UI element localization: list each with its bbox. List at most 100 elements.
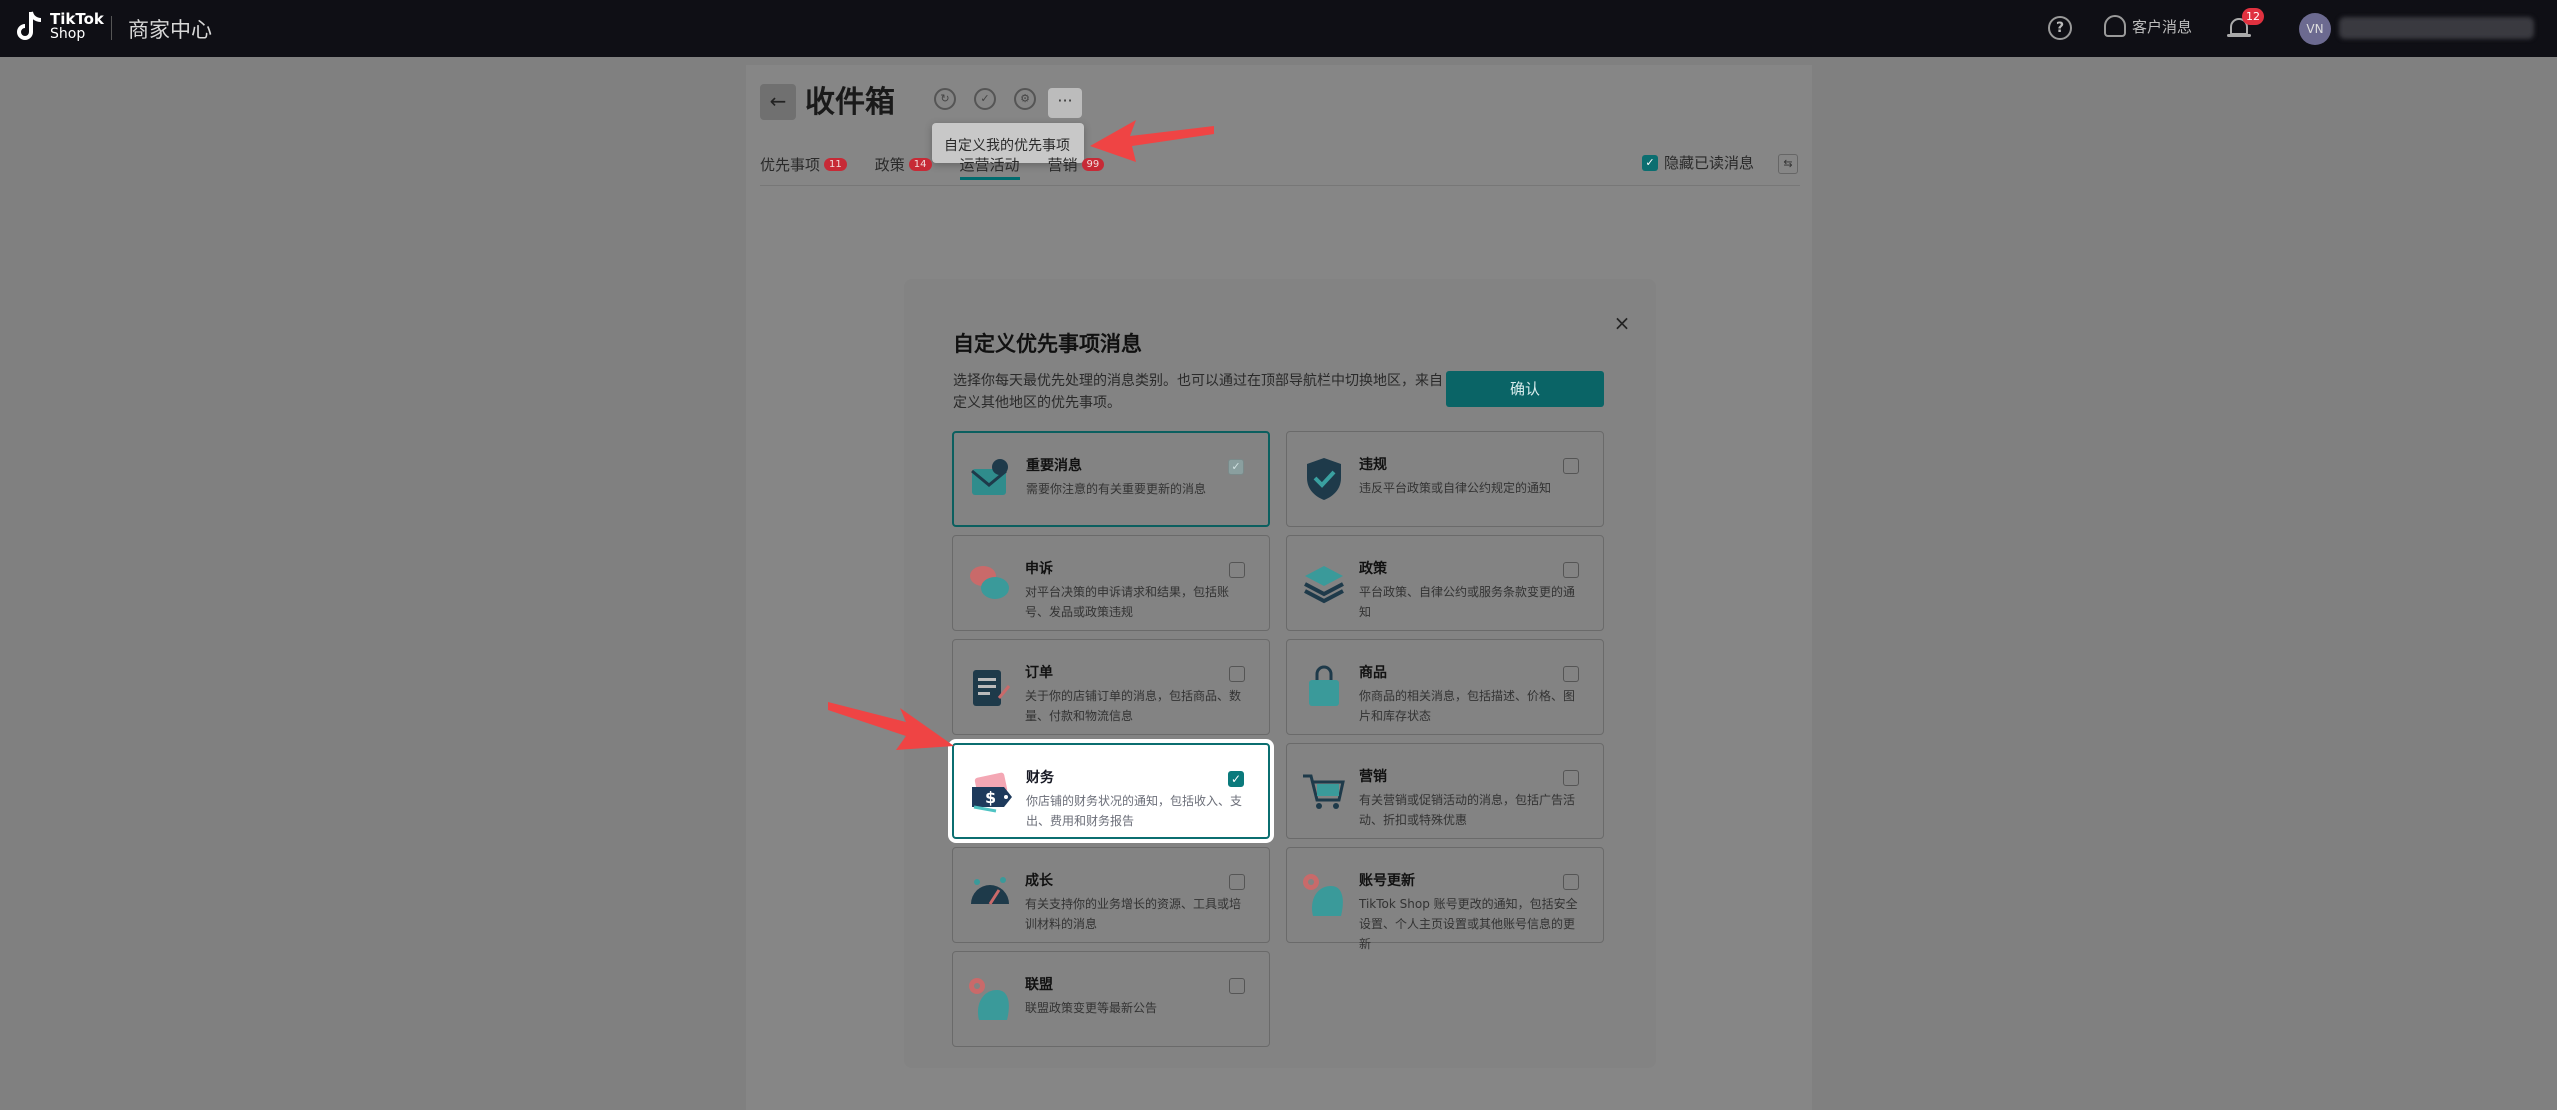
category-card-violation[interactable]: 违规 违反平台政策或自律公约规定的通知 <box>1286 431 1604 527</box>
category-name: 营销 <box>1359 769 1387 785</box>
notifications-button[interactable]: 12 <box>2226 8 2264 42</box>
category-checkbox[interactable] <box>1563 874 1579 890</box>
category-name: 联盟 <box>1025 977 1053 993</box>
category-description: 有关营销或促销活动的消息，包括广告活动、折扣或特殊优惠 <box>1359 793 1576 827</box>
tab-policy[interactable]: 政策 14 <box>875 152 932 176</box>
hide-read-checkbox[interactable]: ✓ <box>1642 154 1658 171</box>
money-tag-icon: $ <box>972 772 1012 813</box>
category-name: 订单 <box>1025 665 1053 681</box>
page-title: 收件箱 <box>805 85 895 120</box>
logo-text: TikTok Shop <box>50 12 104 42</box>
category-card-important[interactable]: 重要消息 需要你注意的有关重要更新的消息 ✓ <box>952 431 1270 527</box>
mark-read-icon[interactable]: ✓ <box>974 88 996 110</box>
refresh-icon[interactable]: ↻ <box>934 88 956 110</box>
category-description: 平台政策、自律公约或服务条款变更的通知 <box>1359 585 1576 619</box>
tab-label: 政策 <box>874 155 905 174</box>
category-name: 政策 <box>1359 561 1387 577</box>
tiktok-logo-icon <box>17 11 42 40</box>
account-name-blurred[interactable] <box>2339 17 2534 39</box>
inbox-tabs: 优先事项 11 政策 14 运营活动 营销 99 <box>760 152 1105 180</box>
logo-line1: TikTok <box>50 10 104 28</box>
category-name: 申诉 <box>1025 561 1053 577</box>
logo-divider <box>111 16 112 40</box>
sort-icon[interactable]: ⇆ <box>1778 154 1798 174</box>
tab-badge: 14 <box>908 157 932 171</box>
category-card-account-update[interactable]: 账号更新 TikTok Shop 账号更改的通知，包括安全设置、个人主页设置或其… <box>1286 847 1604 951</box>
customer-messages-label: 客户消息 <box>2132 17 2193 36</box>
clipboard-icon <box>973 670 1011 706</box>
back-button[interactable]: ← <box>760 84 796 120</box>
close-icon[interactable]: × <box>1612 313 1632 333</box>
shopping-bag-icon <box>1309 665 1339 706</box>
category-description: TikTok Shop 账号更改的通知，包括安全设置、个人主页设置或其他账号信息… <box>1359 897 1578 951</box>
top-navigation-bar: TikTok Shop 商家中心 ? 客户消息 12 VN <box>0 0 2557 57</box>
tab-label: 优先事项 <box>760 155 821 174</box>
seller-center-title[interactable]: 商家中心 <box>128 14 212 44</box>
category-checkbox[interactable] <box>1563 458 1579 474</box>
category-name: 财务 <box>1026 770 1054 786</box>
tab-label: 运营活动 <box>959 155 1020 174</box>
category-name: 违规 <box>1359 457 1387 473</box>
category-description: 联盟政策变更等最新公告 <box>1025 1001 1158 1015</box>
account-gear-icon <box>1303 874 1343 916</box>
gauge-icon <box>971 877 1009 905</box>
modal-description: 选择你每天最优先处理的消息类别。也可以通过在顶部导航栏中切换地区，来自定义其他地… <box>953 373 1443 411</box>
tab-divider <box>760 185 1800 186</box>
category-checkbox[interactable] <box>1229 562 1245 578</box>
category-description: 违反平台政策或自律公约规定的通知 <box>1359 481 1552 495</box>
category-description: 你商品的相关消息，包括描述、价格、图片和库存状态 <box>1359 689 1576 723</box>
annotation-arrow-finance <box>828 702 954 750</box>
hide-read-toggle[interactable]: ✓ 隐藏已读消息 <box>1642 152 1754 173</box>
important-message-icon <box>971 459 1008 495</box>
stacked-layers-icon <box>1304 566 1344 604</box>
category-checkbox[interactable] <box>1229 874 1245 890</box>
shield-icon <box>1307 458 1341 500</box>
category-checkbox[interactable] <box>1563 562 1579 578</box>
category-card-appeal[interactable]: 申诉 对平台决策的申诉请求和结果，包括账号、发品或政策违规 <box>952 535 1270 631</box>
affiliate-gear-icon <box>969 978 1009 1020</box>
category-description: 对平台决策的申诉请求和结果，包括账号、发品或政策违规 <box>1025 585 1230 619</box>
category-card-growth[interactable]: 成长 有关支持你的业务增长的资源、工具或培训材料的消息 <box>952 847 1270 943</box>
avatar[interactable]: VN <box>2299 13 2331 45</box>
shopping-cart-icon <box>1303 774 1345 809</box>
category-name: 商品 <box>1359 665 1387 681</box>
hide-read-label: 隐藏已读消息 <box>1664 154 1755 172</box>
annotation-arrow-menu <box>1090 120 1214 162</box>
category-name: 成长 <box>1025 873 1053 889</box>
category-card-finance[interactable]: $ 财务 你店铺的财务状况的通知，包括收入、支出、费用和财务报告 ✓ <box>952 743 1270 839</box>
tab-operations[interactable]: 运营活动 <box>959 152 1020 180</box>
tiktok-shop-logo[interactable]: TikTok Shop <box>14 10 104 44</box>
svg-text:$: $ <box>985 788 996 807</box>
category-description: 你店铺的财务状况的通知，包括收入、支出、费用和财务报告 <box>1026 794 1243 828</box>
category-name: 账号更新 <box>1359 873 1415 889</box>
category-name: 重要消息 <box>1026 458 1082 474</box>
settings-icon[interactable]: ⚙ <box>1014 88 1036 110</box>
category-description: 关于你的店铺订单的消息，包括商品、数量、付款和物流信息 <box>1025 689 1242 723</box>
tab-badge: 11 <box>824 157 847 171</box>
headset-icon <box>2104 15 2126 37</box>
notification-count-badge: 12 <box>2242 8 2264 25</box>
modal-title: 自定义优先事项消息 <box>953 332 1142 356</box>
category-checkbox[interactable] <box>1229 666 1245 682</box>
more-options-button[interactable]: ··· <box>1048 88 1082 118</box>
bell-icon-base <box>2227 34 2251 37</box>
category-description: 需要你注意的有关重要更新的消息 <box>1026 482 1207 496</box>
category-card-product[interactable]: 商品 你商品的相关消息，包括描述、价格、图片和库存状态 <box>1286 639 1604 735</box>
tab-priorities[interactable]: 优先事项 11 <box>760 152 847 176</box>
category-checkbox[interactable] <box>1563 770 1579 786</box>
category-checkbox[interactable]: ✓ <box>1228 459 1244 475</box>
category-card-affiliate[interactable]: 联盟 联盟政策变更等最新公告 <box>952 951 1270 1047</box>
category-card-order[interactable]: 订单 关于你的店铺订单的消息，包括商品、数量、付款和物流信息 <box>952 639 1270 735</box>
category-description: 有关支持你的业务增长的资源、工具或培训材料的消息 <box>1025 897 1242 931</box>
tab-label: 营销 <box>1047 155 1078 174</box>
category-checkbox[interactable] <box>1563 666 1579 682</box>
chat-bubbles-icon <box>970 566 1009 599</box>
category-checkbox[interactable] <box>1229 978 1245 994</box>
category-card-policy[interactable]: 政策 平台政策、自律公约或服务条款变更的通知 <box>1286 535 1604 631</box>
confirm-button[interactable]: 确认 <box>1446 371 1604 407</box>
category-checkbox[interactable]: ✓ <box>1228 771 1244 787</box>
customer-messages-button[interactable]: 客户消息 <box>2104 15 2192 37</box>
category-card-marketing[interactable]: 营销 有关营销或促销活动的消息，包括广告活动、折扣或特殊优惠 <box>1286 743 1604 839</box>
help-icon[interactable]: ? <box>2048 16 2072 40</box>
logo-line2: Shop <box>50 26 86 42</box>
